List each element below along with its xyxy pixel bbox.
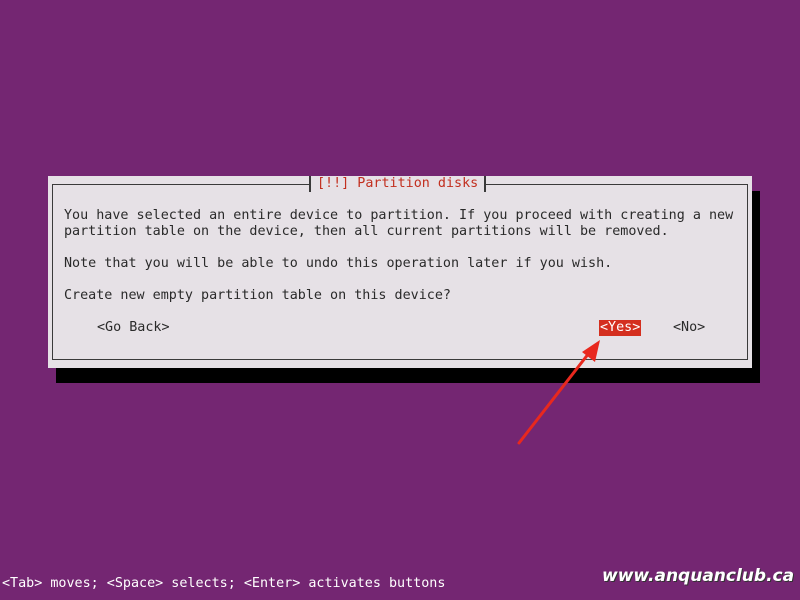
annotation-arrow-icon xyxy=(517,340,600,445)
watermark: www.anquanclub.ca xyxy=(602,566,795,586)
installer-screen: [!!] Partition disks You have selected a… xyxy=(0,0,800,600)
keyboard-help-status-bar: <Tab> moves; <Space> selects; <Enter> ac… xyxy=(2,576,446,591)
